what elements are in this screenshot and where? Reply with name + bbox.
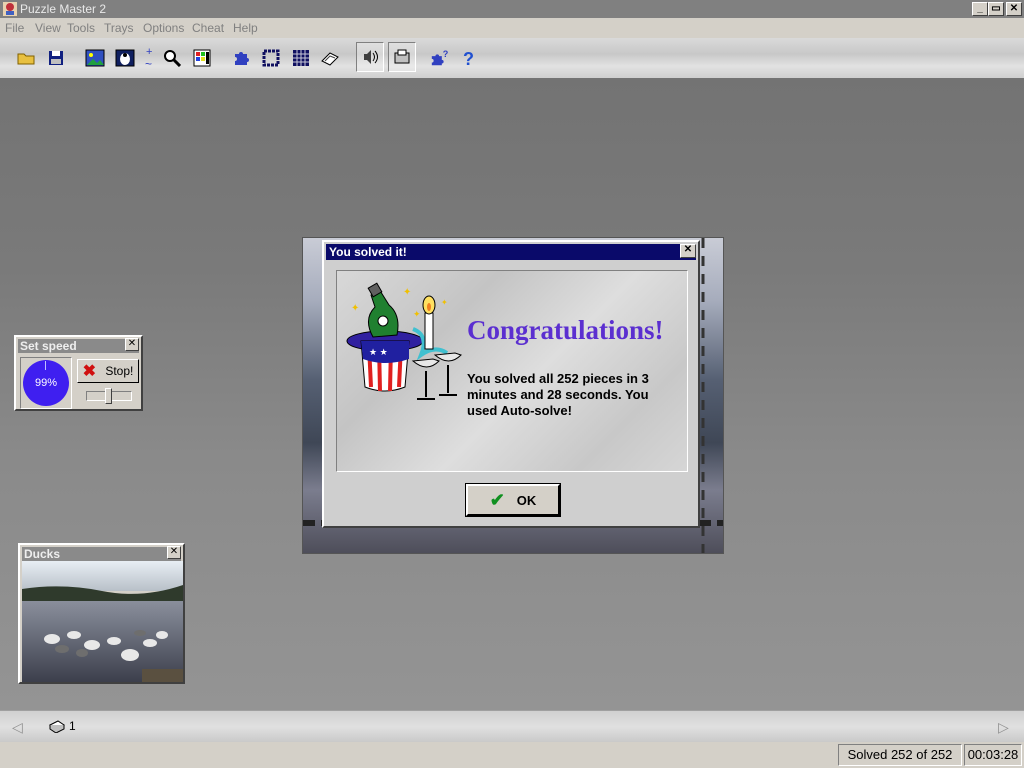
restore-button[interactable]: ▭ (988, 2, 1004, 16)
stop-button[interactable]: ✖ Stop! (77, 359, 139, 383)
svg-text:?: ? (463, 49, 474, 68)
magnify-icon[interactable] (162, 48, 182, 68)
svg-text:?: ? (443, 49, 449, 59)
sound-icon[interactable] (356, 42, 384, 72)
speed-slider[interactable] (86, 388, 132, 404)
save-disk-icon[interactable] (46, 48, 66, 68)
grid-icon[interactable] (291, 48, 311, 68)
edge-pieces-icon[interactable] (261, 48, 281, 68)
help-icon[interactable]: ? (459, 48, 479, 68)
toolbar: + ~ ? ? (0, 38, 1024, 79)
ducks-preview-image (22, 561, 183, 682)
close-button[interactable]: ✕ (1006, 2, 1022, 16)
svg-text:✦: ✦ (351, 303, 359, 314)
svg-text:✦: ✦ (441, 298, 448, 307)
title-bar: Puzzle Master 2 _ ▭ ✕ (0, 0, 1024, 18)
scroll-left-icon[interactable]: ◁ (12, 719, 26, 735)
puzzle-piece-icon[interactable] (231, 48, 251, 68)
solved-status: Solved 252 of 252 (838, 744, 962, 766)
app-icon (3, 2, 17, 16)
stop-label: Stop! (105, 364, 134, 378)
slider-thumb[interactable] (105, 388, 112, 404)
piece-hint-icon[interactable]: ? (430, 48, 450, 68)
tray-count: 1 (69, 719, 76, 733)
palette-icon[interactable] (192, 48, 212, 68)
speed-percent: 99% (34, 377, 58, 389)
ok-button[interactable]: ✔ OK (465, 483, 561, 517)
menu-options[interactable]: Options (143, 21, 184, 35)
zoom-in-out-icon[interactable]: + ~ (140, 46, 160, 70)
solved-message: You solved all 252 pieces in 3 minutes a… (467, 371, 649, 418)
ok-label: OK (516, 492, 537, 508)
window-title: Puzzle Master 2 (20, 2, 107, 16)
menu-tools[interactable]: Tools (67, 21, 95, 35)
speed-dial[interactable]: 99% (23, 360, 69, 406)
menu-file[interactable]: File (5, 21, 24, 35)
speed-dial-frame: 99% (20, 357, 72, 409)
scatter-icon[interactable] (320, 48, 340, 68)
dialog-title: You solved it! (326, 244, 696, 260)
checkmark-icon: ✔ (489, 489, 505, 510)
congratulations-heading: Congratulations! (467, 315, 664, 345)
menu-view[interactable]: View (35, 21, 61, 35)
menu-cheat[interactable]: Cheat (192, 21, 224, 35)
elapsed-time: 00:03:28 (964, 744, 1022, 766)
minimize-button[interactable]: _ (972, 2, 988, 16)
preview-window: Ducks ✕ (18, 543, 185, 684)
scroll-right-icon[interactable]: ▷ (998, 719, 1012, 735)
penguin-picture-icon[interactable] (115, 48, 135, 68)
set-speed-window: Set speed ✕ 99% ✖ Stop! (14, 335, 143, 411)
menu-bar: File View Tools Trays Options Cheat Help (0, 18, 1024, 38)
svg-text:✦: ✦ (403, 287, 411, 298)
svg-text:★ ★: ★ ★ (369, 347, 388, 357)
menu-help[interactable]: Help (233, 21, 258, 35)
tray-icon[interactable] (48, 719, 66, 735)
congratulations-dialog: You solved it! ✕ ★ ★ ✦ ✦ ✦ ✦ Congratulat… (322, 240, 700, 528)
dialog-panel: ★ ★ ✦ ✦ ✦ ✦ Congratulations! You solved … (336, 270, 688, 472)
close-icon[interactable]: ✕ (125, 338, 139, 351)
picture-icon[interactable] (85, 48, 105, 68)
close-icon[interactable]: ✕ (680, 244, 696, 258)
stop-x-icon: ✖ (82, 363, 97, 380)
open-folder-icon[interactable] (16, 48, 36, 68)
status-bar: Solved 252 of 252 00:03:28 (0, 742, 1024, 768)
svg-text:✦: ✦ (413, 309, 421, 319)
preview-title: Ducks (22, 547, 181, 561)
menu-trays[interactable]: Trays (104, 21, 134, 35)
close-icon[interactable]: ✕ (167, 546, 181, 559)
svg-text:~: ~ (145, 57, 152, 70)
set-speed-title: Set speed (18, 339, 139, 353)
tray-icon[interactable] (388, 42, 416, 72)
tray-bar: ◁ 1 ▷ (0, 710, 1024, 743)
celebration-icon: ★ ★ ✦ ✦ ✦ ✦ (346, 282, 462, 400)
